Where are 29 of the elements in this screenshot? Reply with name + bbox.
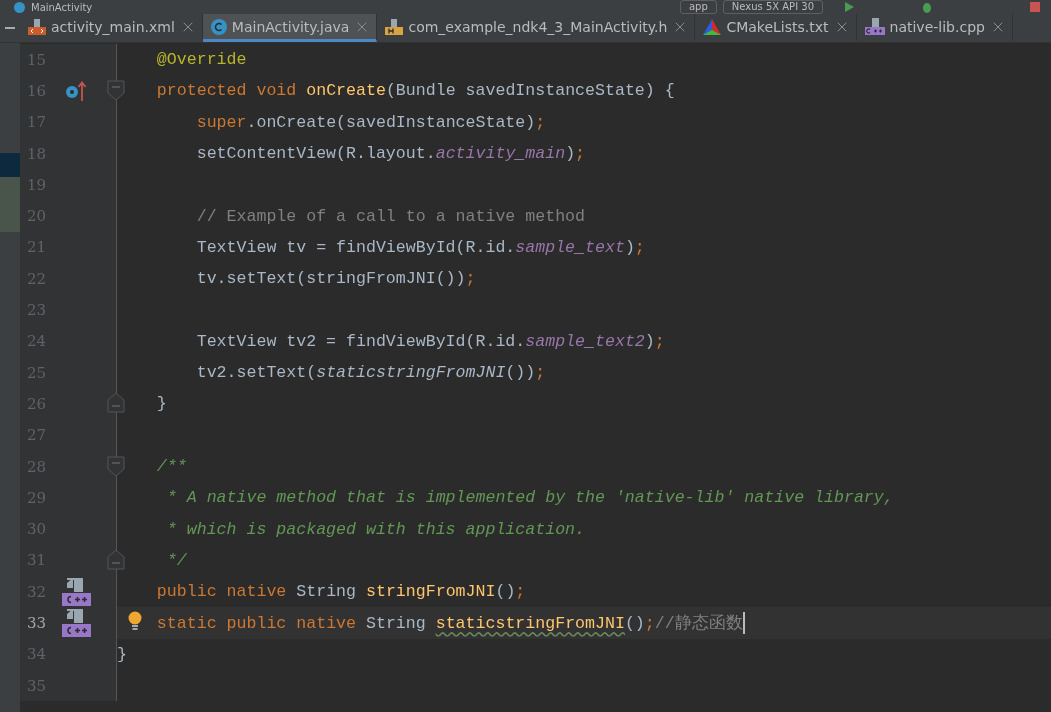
tab-label: activity_main.xml — [51, 18, 175, 35]
code-line: } — [156, 394, 167, 414]
code-line: protected void onCreate(Bundle savedInstanceState) { — [156, 81, 675, 101]
code-line: /** — [156, 457, 187, 476]
editor-tab[interactable]: CMakeLists.txt — [695, 14, 857, 42]
code-line: } — [117, 644, 127, 664]
code-line: super.onCreate(savedInstanceState); — [196, 112, 546, 132]
editor-tab[interactable]: activity_main.xml — [20, 14, 203, 42]
editor-tab[interactable]: MainActivity.java — [202, 14, 378, 42]
code-line: tv.setText(stringFromJNI()); — [196, 269, 476, 289]
code-line: * which is packaged with this application. — [166, 519, 586, 539]
tab-label: MainActivity.java — [231, 18, 350, 35]
editor-tab[interactable]: native-lib.cpp — [856, 14, 1013, 42]
tab-label: CMakeLists.txt — [726, 18, 829, 35]
code-line: @Override — [156, 50, 247, 70]
line-number: 33 — [25, 614, 46, 632]
code-line: */ — [166, 550, 187, 570]
editor-tab[interactable]: com_example_ndk4_3_MainActivity.h — [377, 14, 696, 42]
code-line: tv2.setText(staticstringFromJNI()); — [196, 363, 546, 383]
code-line: * A native method that is implemented by the 'native-lib' native library, — [166, 488, 894, 508]
code-line: static public native String staticstringFromJNI();//静态函数 — [156, 613, 743, 634]
code-line: setContentView(R.layout.activity_main); — [196, 144, 586, 164]
code-line: TextView tv = findViewById(R.id.sample_text); — [196, 237, 645, 257]
tab-label: native-lib.cpp — [889, 18, 985, 35]
code-line: public native String stringFromJNI(); — [156, 582, 526, 602]
file-title: MainActivity — [31, 1, 93, 13]
tab-label: com_example_ndk4_3_MainActivity.h — [408, 18, 668, 35]
code-line: // Example of a call to a native method — [196, 206, 586, 226]
code-line: TextView tv2 = findViewById(R.id.sample_text2); — [196, 331, 665, 351]
